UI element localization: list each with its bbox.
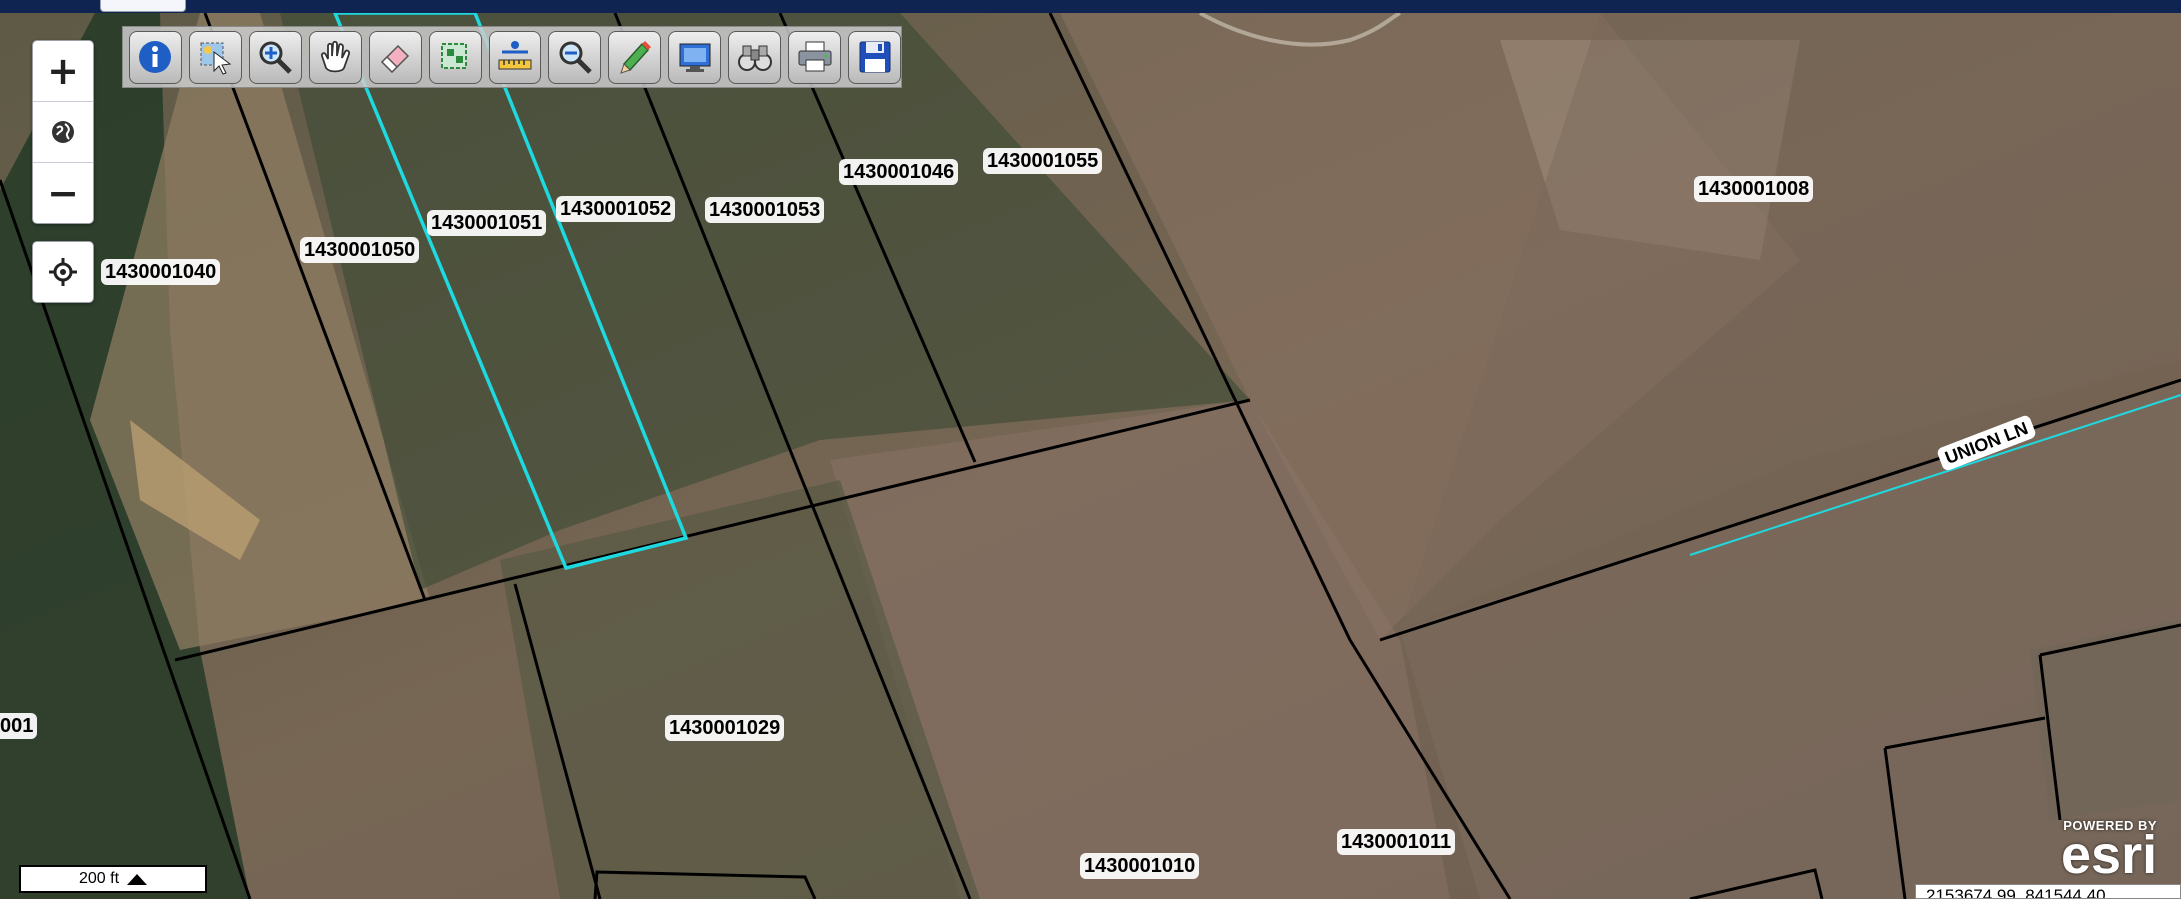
zoom-out-icon — [559, 41, 592, 74]
zoom-in-icon — [259, 41, 293, 74]
map-toolbar — [122, 26, 902, 88]
parcel-label: 1430001008 — [1694, 176, 1814, 202]
save-tool-button[interactable] — [848, 30, 901, 84]
zoom-in-button[interactable]: + — [33, 41, 93, 101]
crosshair-icon — [49, 258, 77, 286]
pan-icon — [321, 40, 351, 73]
header-tab[interactable] — [100, 0, 186, 12]
parcel-label: 1430001055 — [983, 148, 1103, 174]
esri-logo: esri — [2061, 825, 2158, 885]
pencil-icon — [620, 41, 651, 74]
info-icon — [139, 41, 172, 73]
aerial-imagery — [0, 13, 2181, 899]
parcel-label: 1430001029 — [665, 715, 785, 741]
pan-tool-button[interactable] — [308, 30, 362, 84]
top-header-bar — [0, 0, 2181, 13]
full-extent-tool-button[interactable] — [668, 30, 722, 84]
measure-icon — [498, 41, 532, 70]
locate-control — [32, 241, 94, 303]
globe-icon — [52, 121, 74, 143]
parcel-label: 1430001040 — [101, 259, 221, 285]
zoom-in-tool-button[interactable] — [248, 30, 302, 84]
full-extent-icon — [679, 43, 711, 72]
find-tool-button[interactable] — [728, 30, 782, 84]
parcel-label: 1430001050 — [300, 237, 420, 263]
locate-button[interactable] — [33, 242, 93, 302]
parcel-label: 1430001010 — [1080, 853, 1200, 879]
identify-tool-button[interactable] — [129, 30, 182, 84]
binoculars-icon — [737, 45, 772, 71]
eraser-icon — [381, 44, 410, 74]
print-icon — [798, 41, 832, 72]
measure-tool-button[interactable] — [488, 30, 542, 84]
scale-bar: 200 ft — [19, 865, 207, 893]
parcel-label: 001 — [0, 713, 38, 739]
esri-attribution: POWERED BY esri — [2061, 818, 2158, 885]
parcel-label: 1430001046 — [839, 159, 959, 185]
coordinate-readout: 2153674.99, 841544.40 — [1915, 884, 2181, 899]
eraser-tool-button[interactable] — [368, 30, 422, 84]
select-icon — [200, 42, 232, 75]
parcel-label: 1430001052 — [556, 196, 676, 222]
select-area-icon — [441, 43, 468, 69]
zoom-out-tool-button[interactable] — [548, 30, 602, 84]
parcel-label: 1430001011 — [1337, 829, 1456, 855]
select-tool-button[interactable] — [188, 30, 242, 84]
globe-button[interactable] — [33, 101, 93, 162]
parcel-label: 1430001053 — [705, 197, 825, 223]
scale-label: 200 ft — [78, 870, 120, 887]
select-area-tool-button[interactable] — [428, 30, 482, 84]
aerial-map-view[interactable]: 1430001040 1430001050 1430001051 1430001… — [0, 13, 2181, 899]
parcel-label: 1430001051 — [427, 210, 547, 236]
zoom-out-button[interactable]: − — [33, 162, 93, 223]
zoom-controls: + − — [32, 40, 94, 224]
scale-toggle-icon[interactable] — [127, 873, 148, 885]
print-tool-button[interactable] — [788, 30, 842, 84]
save-icon — [859, 41, 891, 73]
draw-tool-button[interactable] — [608, 30, 662, 84]
